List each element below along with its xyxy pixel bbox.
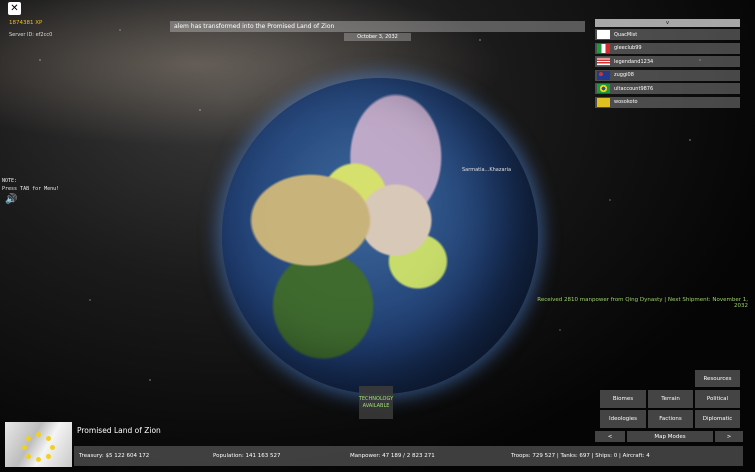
ideologies-button[interactable]: Ideologies (600, 410, 646, 428)
server-id: Server ID: ef2cc0 (9, 32, 53, 38)
player-name: wosokoto (614, 99, 638, 105)
globe-region-label: Sarmatia...Khazaria (462, 167, 512, 173)
tech-label-line1: TECHNOLOGY (358, 395, 394, 402)
terrain-button[interactable]: Terrain (648, 390, 693, 408)
manpower-stat: Manpower: 47 189 / 2 823 271 (350, 453, 435, 459)
player-row[interactable]: legendand1234 (595, 56, 740, 67)
military-stat: Troops: 729 527 | Tanks: 697 | Ships: 0 … (511, 453, 650, 459)
brazil-flag-icon (597, 84, 610, 93)
yellow-flag-icon (597, 97, 610, 107)
player-name: zuggi08 (614, 72, 634, 78)
player-list: QuacMist gleeclub99 legendand1234 zuggi0… (595, 29, 740, 110)
italy-flag-icon (597, 43, 610, 53)
note-text: Press TAB for Menu! (2, 186, 60, 192)
note-title: NOTE: (2, 178, 18, 184)
player-row[interactable]: wosokoto (595, 96, 740, 108)
australia-flag-icon (597, 70, 610, 80)
speaker-icon[interactable]: 🔊 (5, 194, 17, 205)
close-icon[interactable]: ✕ (8, 2, 21, 15)
population-stat: Population: 141 163 527 (213, 453, 281, 459)
political-button[interactable]: Political (695, 390, 740, 408)
stats-bar: Treasury: $5 122 604 172 Population: 141… (74, 446, 743, 466)
resources-button[interactable]: Resources (695, 370, 740, 387)
player-row[interactable]: QuacMist (595, 29, 740, 40)
map-mode-next-button[interactable]: > (715, 431, 743, 442)
usa-flag-icon (597, 57, 610, 66)
treasury-stat: Treasury: $5 122 604 172 (79, 453, 150, 459)
menu-note: NOTE: Press TAB for Menu! (2, 177, 59, 193)
diplomatic-button[interactable]: Diplomatic (695, 410, 740, 428)
player-row[interactable]: ultaccount9876 (595, 83, 740, 94)
game-date: October 3, 2032 (344, 33, 411, 41)
map-mode-prev-button[interactable]: < (595, 431, 625, 442)
technology-available-button[interactable]: TECHNOLOGY AVAILABLE (359, 386, 393, 419)
nation-name: Promised Land of Zion (77, 426, 161, 435)
nation-flag (5, 422, 72, 467)
world-globe[interactable] (222, 78, 538, 394)
xp-counter: 1874381 XP (9, 20, 43, 26)
player-name: legendand1234 (614, 58, 654, 65)
event-banner: alem has transformed into the Promised L… (170, 21, 585, 32)
blank-flag-icon (597, 30, 610, 39)
player-row[interactable]: gleeclub99 (595, 42, 740, 54)
map-modes-label: Map Modes (627, 431, 713, 442)
biomes-button[interactable]: Biomes (600, 390, 646, 408)
player-name: QuacMist (614, 31, 638, 38)
player-list-toggle[interactable]: v (595, 19, 740, 27)
player-name: gleeclub99 (614, 45, 642, 51)
player-row[interactable]: zuggi08 (595, 69, 740, 81)
factions-button[interactable]: Factions (648, 410, 693, 428)
shipment-notification: Received 2810 manpower from Qing Dynasty… (537, 297, 748, 309)
tech-label-line2: AVAILABLE (362, 402, 390, 409)
player-name: ultaccount9876 (614, 85, 654, 92)
